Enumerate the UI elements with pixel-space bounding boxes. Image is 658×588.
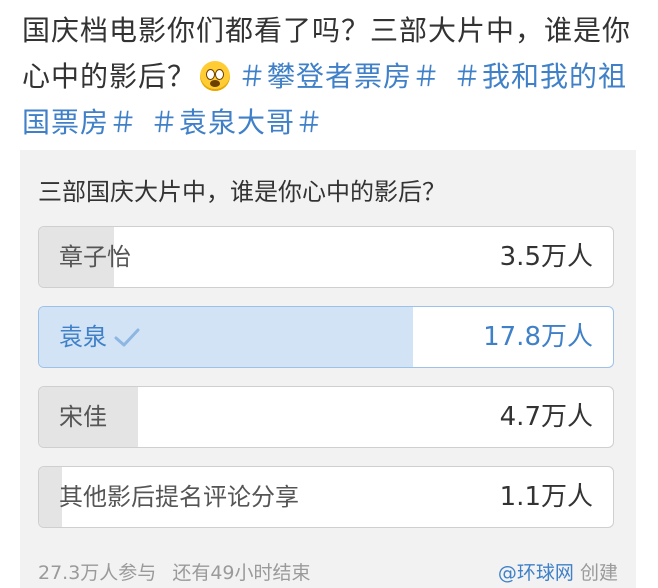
post-text: 国庆档电影你们都看了吗？三部大片中，谁是你心中的影后？ ＃攀登者票房＃ ＃我和我的祖… xyxy=(22,8,642,146)
poll-question: 三部国庆大片中，谁是你心中的影后？ xyxy=(38,178,446,206)
poll-option-label: 宋佳 xyxy=(59,403,107,431)
scared-face-emoji-icon xyxy=(200,61,231,91)
poll-creator: @环球网 创建 xyxy=(498,558,618,585)
poll-option-selected[interactable]: 袁泉 17.8万人 xyxy=(38,306,614,368)
poll-option-count: 3.5万人 xyxy=(499,242,593,272)
hashtag-link[interactable]: ＃袁泉大哥＃ xyxy=(150,106,324,139)
hashtag-link[interactable]: ＃攀登者票房＃ xyxy=(238,60,441,93)
poll-option[interactable]: 宋佳 4.7万人 xyxy=(38,386,614,448)
poll-option-count: 17.8万人 xyxy=(483,322,593,352)
poll-creator-link[interactable]: @环球网 xyxy=(498,562,574,584)
checkmark-icon xyxy=(114,328,140,347)
poll-time-left: 还有49小时结束 xyxy=(172,562,311,584)
poll-option-count: 1.1万人 xyxy=(499,482,593,512)
poll-creator-suffix: 创建 xyxy=(579,562,618,584)
poll-option-label: 章子怡 xyxy=(59,243,131,271)
poll-option-label: 其他影后提名评论分享 xyxy=(59,483,299,511)
poll-option-label: 袁泉 xyxy=(59,323,107,351)
poll-participants: 27.3万人参与 xyxy=(38,562,157,584)
poll-option[interactable]: 章子怡 3.5万人 xyxy=(38,226,614,288)
poll-footer: 27.3万人参与 还有49小时结束 xyxy=(38,558,311,585)
poll-option-count: 4.7万人 xyxy=(499,402,593,432)
poll-option[interactable]: 其他影后提名评论分享 1.1万人 xyxy=(38,466,614,528)
poll-card: 三部国庆大片中，谁是你心中的影后？ 章子怡 3.5万人 袁泉 17.8万人 宋佳… xyxy=(20,150,636,588)
